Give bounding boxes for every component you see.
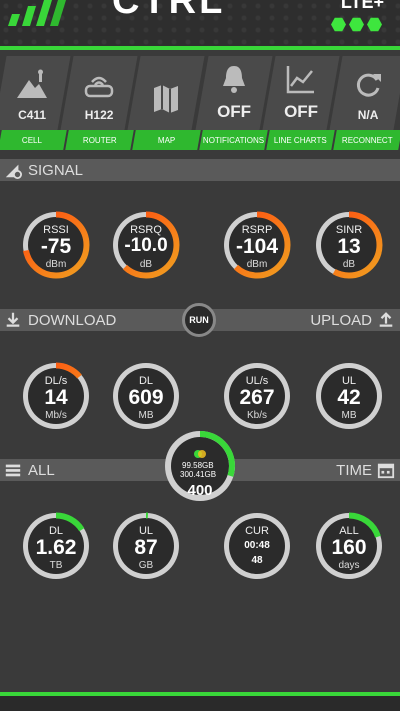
gauge-value: 1.62: [35, 536, 77, 559]
map-icon: [154, 85, 179, 113]
tile-map[interactable]: [127, 56, 206, 130]
gauge-current-session[interactable]: CUR 00:48 48: [221, 510, 293, 582]
gauge-unit: Mb/s: [45, 410, 67, 421]
gauge-rssi[interactable]: RSSI -75 dBm: [20, 209, 92, 281]
connection-indicator: [331, 17, 382, 32]
app-title: CTRL: [112, 0, 226, 22]
tile-line-charts[interactable]: OFF: [262, 56, 340, 130]
gauge-value: 267: [239, 386, 275, 409]
gauge-value: -10.0: [124, 235, 168, 256]
gauge-sinr[interactable]: SINR 13 dB: [313, 209, 385, 281]
tile-router[interactable]: H122: [60, 56, 138, 130]
gauge-unit: days: [338, 560, 360, 571]
gauge-unit: TB: [49, 560, 63, 571]
gauge-value: 14: [44, 386, 68, 409]
quick-tiles: C411 H122 OFF OFF N/A: [0, 56, 400, 130]
gauge-dl-total[interactable]: DL 609 MB: [110, 360, 182, 432]
gauge-value: 160: [331, 536, 367, 559]
traffic-download-total: 99.58GB: [182, 461, 214, 470]
traffic-total-value: 400: [187, 482, 213, 499]
gauge-unit: MB: [341, 410, 357, 421]
tile-notifications-value: OFF: [216, 102, 251, 121]
tab-line-charts[interactable]: LINE CHARTS: [266, 130, 335, 150]
upload-icon: [379, 312, 393, 327]
tile-tabs: CELL ROUTER MAP NOTIFICATIONS LINE CHART…: [0, 130, 400, 150]
time-section-label: TIME: [336, 461, 372, 479]
run-button[interactable]: RUN: [182, 303, 216, 337]
gauge-value: -104: [235, 235, 279, 258]
run-label: RUN: [189, 315, 209, 325]
tile-notifications[interactable]: OFF: [194, 56, 273, 130]
gauge-unit: MB: [138, 410, 154, 421]
reconnect-icon: [356, 73, 381, 97]
gauge-value: 87: [134, 536, 158, 559]
gauge-unit: dB: [139, 259, 153, 270]
tile-cell-value: C411: [18, 108, 47, 122]
tab-cell[interactable]: CELL: [0, 130, 67, 150]
gauge-value: 609: [128, 386, 164, 409]
tile-cell[interactable]: C411: [0, 56, 71, 130]
gauge-unit: GB: [138, 560, 154, 571]
tab-router[interactable]: ROUTER: [65, 130, 134, 150]
gauge-dl-all[interactable]: DL 1.62 TB: [20, 510, 92, 582]
footer-strip: [0, 696, 400, 711]
tab-reconnect[interactable]: RECONNECT: [333, 130, 400, 150]
hex-dot-icon: [367, 17, 382, 32]
signal-section-header: SIGNAL: [0, 159, 400, 181]
signal-bars-icon: [8, 0, 66, 26]
upload-section-label: UPLOAD: [310, 311, 372, 329]
download-icon: [6, 312, 20, 327]
tile-router-value: H122: [84, 108, 114, 122]
bell-icon: [222, 66, 245, 93]
gauge-value: -75: [40, 235, 72, 258]
tile-line-charts-value: OFF: [283, 102, 318, 121]
gauge-rsrq[interactable]: RSRQ -10.0 dB: [110, 209, 182, 281]
session-count: 48: [251, 555, 263, 566]
download-section-label: DOWNLOAD: [28, 311, 117, 329]
header-divider: [0, 46, 400, 50]
hex-dot-icon: [349, 17, 364, 32]
all-section-label: ALL: [28, 461, 55, 479]
tile-reconnect-value: N/A: [357, 108, 379, 122]
gauge-value: 42: [337, 386, 361, 409]
gauge-ul-speed[interactable]: UL/s 267 Kb/s: [221, 360, 293, 432]
gauge-unit: dBm: [246, 259, 268, 270]
gauge-total-traffic[interactable]: 99.58GB 300.41GB 400: [164, 430, 236, 502]
gauge-unit: dBm: [45, 259, 67, 270]
list-icon: [5, 464, 21, 477]
gauge-rsrp[interactable]: RSRP -104 dBm: [221, 209, 293, 281]
tile-reconnect[interactable]: N/A: [329, 56, 400, 130]
gauge-unit: Kb/s: [246, 410, 267, 421]
gauge-dl-speed[interactable]: DL/s 14 Mb/s: [20, 360, 92, 432]
gauge-label: CUR: [245, 525, 269, 537]
session-time: 00:48: [244, 540, 270, 551]
gauge-ul-all[interactable]: UL 87 GB: [110, 510, 182, 582]
tab-notifications[interactable]: NOTIFICATIONS: [199, 130, 268, 150]
app-header: HU CTRL LTE+: [0, 0, 400, 46]
cell-tower-icon: [17, 69, 48, 98]
gauge-unit: dB: [342, 259, 356, 270]
line-chart-icon: [286, 66, 314, 94]
traffic-upload-total: 300.41GB: [180, 470, 217, 479]
hex-dot-icon: [331, 17, 346, 32]
network-type-label: LTE+: [340, 0, 384, 12]
signal-settings-icon: [5, 164, 22, 179]
gauge-ul-total[interactable]: UL 42 MB: [313, 360, 385, 432]
calendar-icon: [377, 463, 395, 479]
gauge-value: 13: [337, 235, 361, 258]
router-icon: [85, 76, 114, 98]
tab-map[interactable]: MAP: [132, 130, 201, 150]
gauge-all-days[interactable]: ALL 160 days: [313, 510, 385, 582]
signal-section-label: SIGNAL: [28, 161, 84, 179]
